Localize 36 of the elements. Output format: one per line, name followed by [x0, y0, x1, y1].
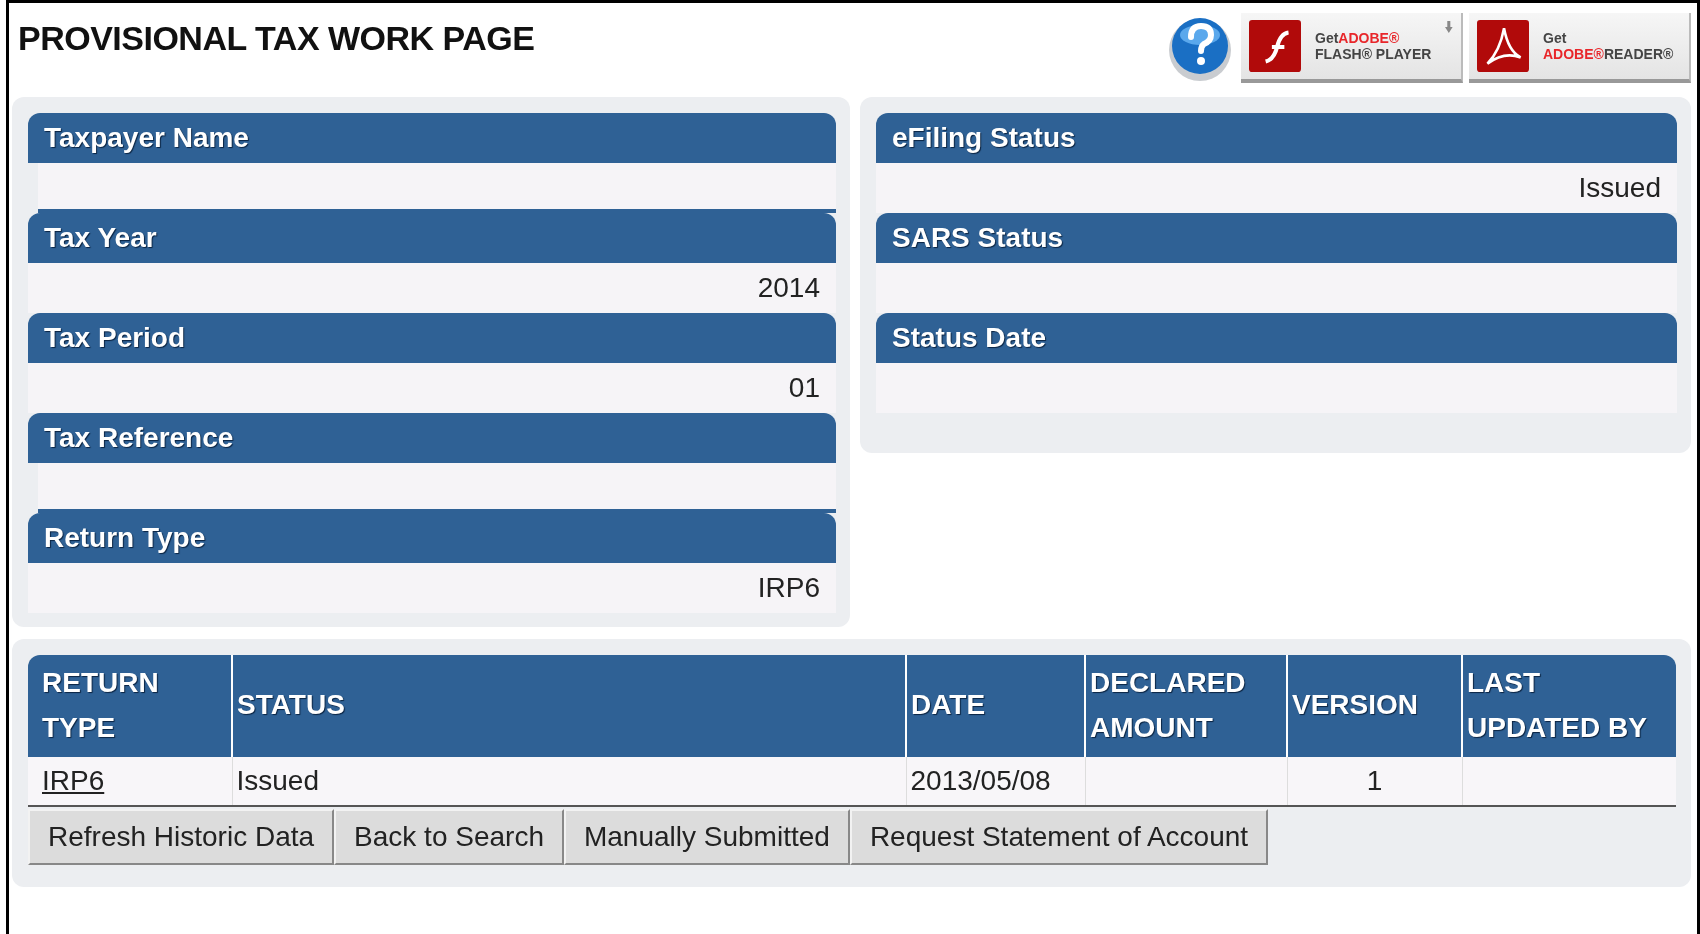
column-header: STATUS: [232, 655, 906, 757]
column-header: DECLARED AMOUNT: [1085, 655, 1287, 757]
return-type-link[interactable]: IRP6: [42, 764, 105, 796]
field-header: SARS Status: [876, 213, 1677, 263]
badge-text: Get: [1543, 30, 1568, 46]
field-header: Status Date: [876, 313, 1677, 363]
field-header: eFiling Status: [876, 113, 1677, 163]
download-badge[interactable]: GetADOBE® FLASH® PLAYER: [1241, 13, 1463, 83]
field-value: Issued: [876, 163, 1677, 213]
table-cell: 2013/05/08: [906, 756, 1085, 806]
download-icon: [1445, 19, 1453, 35]
field-value: IRP6: [28, 563, 836, 613]
field-header: Taxpayer Name: [28, 113, 836, 163]
table-cell: Issued: [232, 756, 906, 806]
field-header: Return Type: [28, 513, 836, 563]
field-header: Tax Reference: [28, 413, 836, 463]
column-header: DATE: [906, 655, 1085, 757]
action-button[interactable]: Manually Submitted: [563, 808, 850, 865]
column-header: VERSION: [1287, 655, 1462, 757]
badge-text: GetADOBE®: [1315, 30, 1401, 46]
pdf-logo-icon: [1477, 20, 1529, 72]
badge-text: FLASH® PLAYER: [1315, 46, 1432, 62]
action-button[interactable]: Back to Search: [334, 808, 564, 865]
field-header: Tax Year: [28, 213, 836, 263]
page-title: PROVISIONAL TAX WORK PAGE: [18, 19, 535, 58]
download-badge[interactable]: Get ADOBE®READER®: [1469, 13, 1691, 83]
action-button[interactable]: Refresh Historic Data: [28, 808, 335, 865]
table-cell: 1: [1287, 756, 1462, 806]
column-header: RETURN TYPE: [28, 655, 232, 757]
badge-text: ADOBE®READER®: [1543, 46, 1674, 62]
column-header: LAST UPDATED BY: [1462, 655, 1676, 757]
field-value: 2014: [28, 263, 836, 313]
action-button[interactable]: Request Statement of Account: [849, 808, 1269, 865]
field-header: Tax Period: [28, 313, 836, 363]
field-value: 01: [28, 363, 836, 413]
flash-logo-icon: [1249, 20, 1301, 72]
